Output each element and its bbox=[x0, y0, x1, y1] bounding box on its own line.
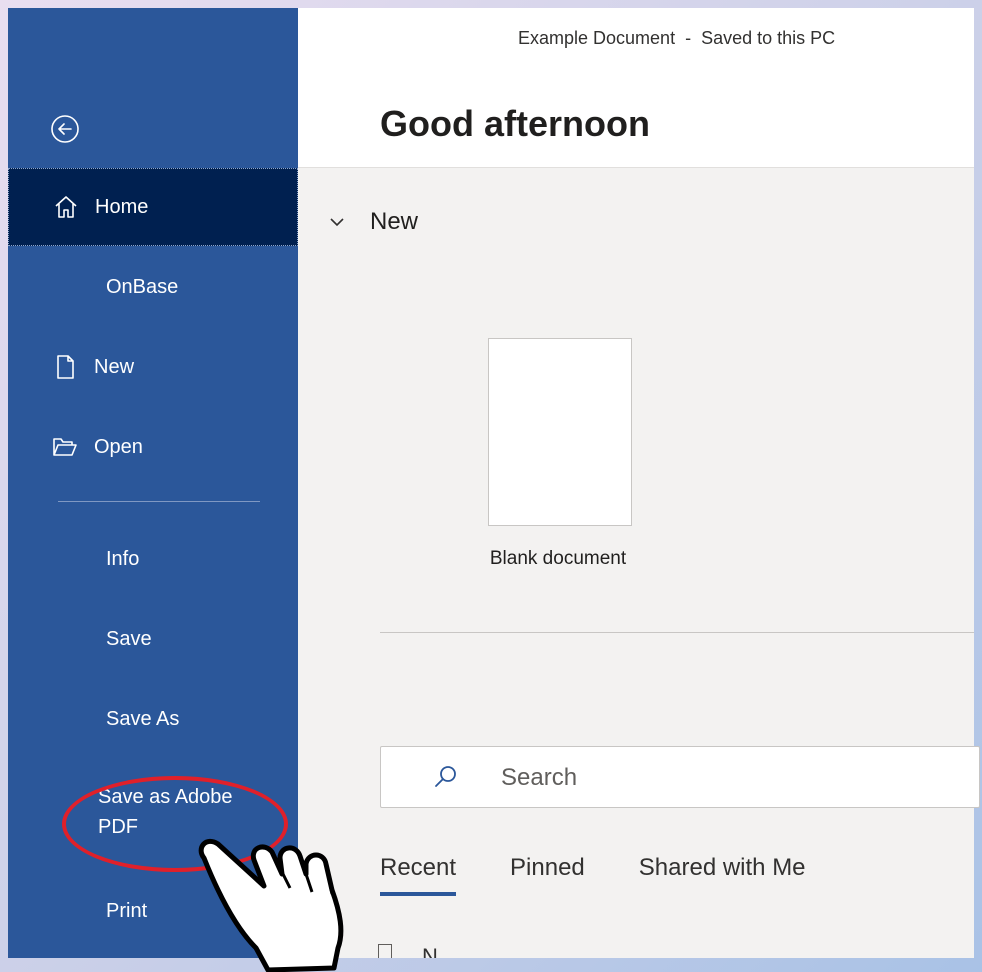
section-new-toggle[interactable]: New bbox=[328, 208, 418, 236]
file-tabs: Recent Pinned Shared with Me bbox=[380, 854, 806, 896]
sidebar-item-print[interactable]: Print bbox=[8, 872, 298, 950]
list-header-partial: N bbox=[378, 944, 438, 958]
backstage-sidebar: Home OnBase New Open Info Save Save As S… bbox=[8, 8, 298, 958]
tab-recent[interactable]: Recent bbox=[380, 854, 457, 896]
template-blank-document[interactable] bbox=[488, 338, 632, 526]
sidebar-item-open[interactable]: Open bbox=[8, 408, 298, 486]
section-title: New bbox=[370, 208, 419, 235]
chevron-down-icon bbox=[330, 218, 344, 227]
main-header: Example Document - Saved to this PC Good… bbox=[298, 8, 974, 168]
page-icon bbox=[378, 944, 392, 958]
page-title: Good afternoon bbox=[380, 103, 650, 144]
search-icon bbox=[435, 766, 456, 787]
home-icon bbox=[55, 196, 77, 218]
sidebar-item-label: Print bbox=[106, 899, 148, 922]
back-arrow-circle-icon[interactable] bbox=[50, 114, 80, 144]
backstage-main: Example Document - Saved to this PC Good… bbox=[298, 8, 980, 958]
sidebar-item-save[interactable]: Save bbox=[8, 600, 298, 678]
sidebar-item-label: OnBase bbox=[106, 275, 179, 298]
sidebar-item-onbase[interactable]: OnBase bbox=[8, 248, 298, 326]
folder-open-icon bbox=[53, 438, 77, 456]
sidebar-item-label: Open bbox=[94, 435, 143, 458]
highlight-annotation-ring bbox=[62, 776, 288, 872]
sidebar-item-new[interactable]: New bbox=[8, 328, 298, 406]
list-header-text: N bbox=[422, 944, 438, 958]
template-label: Blank document bbox=[489, 548, 627, 569]
sidebar-item-save-as[interactable]: Save As bbox=[8, 680, 298, 758]
sidebar-item-label: New bbox=[94, 355, 135, 378]
page-icon bbox=[57, 355, 74, 379]
sidebar-item-info[interactable]: Info bbox=[8, 520, 298, 598]
document-status: Example Document - Saved to this PC bbox=[518, 28, 836, 48]
sidebar-divider bbox=[58, 501, 260, 502]
sidebar-item-label: Info bbox=[106, 547, 140, 570]
search-input[interactable]: Search bbox=[380, 746, 980, 808]
sidebar-item-label: Save bbox=[106, 627, 152, 650]
section-divider bbox=[380, 632, 974, 633]
sidebar-item-label: Home bbox=[95, 195, 149, 218]
sidebar-item-label: Save As bbox=[106, 707, 180, 730]
sidebar-item-home[interactable]: Home bbox=[8, 168, 298, 246]
tab-pinned[interactable]: Pinned bbox=[510, 854, 585, 896]
tab-shared-with-me[interactable]: Shared with Me bbox=[639, 854, 806, 896]
search-placeholder: Search bbox=[501, 764, 578, 791]
